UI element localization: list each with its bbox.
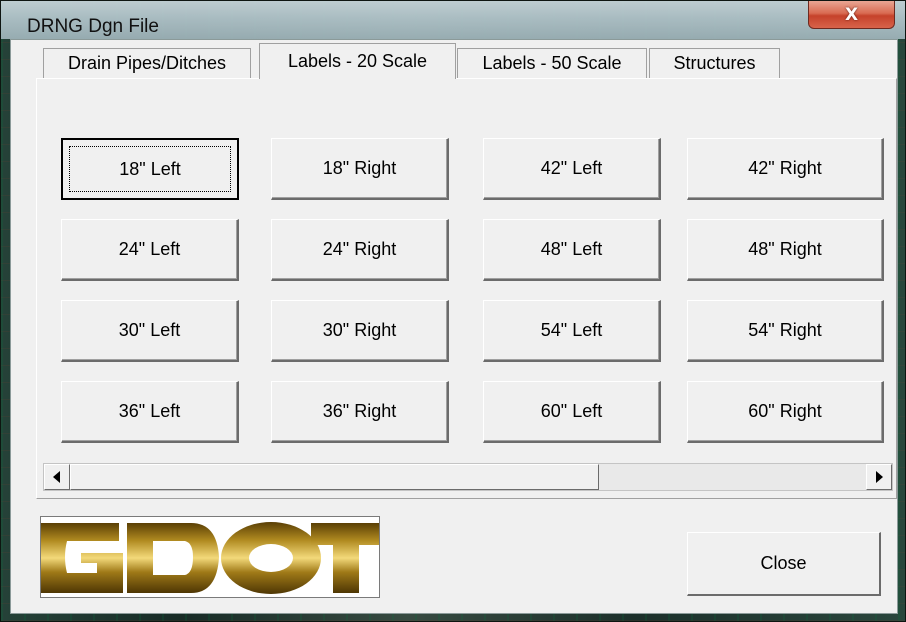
tab-label: Structures: [673, 53, 756, 73]
button-label: 48" Right: [748, 239, 822, 259]
button-24-right[interactable]: 24" Right: [271, 219, 449, 281]
button-label: 18" Right: [322, 158, 397, 178]
button-label: 48" Left: [540, 239, 603, 259]
button-label: 30" Right: [322, 320, 397, 340]
button-60-left[interactable]: 60" Left: [483, 381, 661, 443]
scroll-thumb[interactable]: [70, 464, 599, 490]
window-title: DRNG Dgn File: [27, 16, 159, 37]
button-label: 36" Right: [322, 401, 397, 421]
button-label: 42" Left: [540, 158, 603, 178]
button-label: 54" Right: [748, 320, 822, 340]
close-button-label: Close: [760, 553, 807, 573]
gdot-logo-image: [41, 522, 379, 594]
scroll-right-button[interactable]: [866, 464, 892, 490]
close-button[interactable]: Close: [687, 532, 881, 596]
button-label: 54" Left: [540, 320, 603, 340]
tab-label: Drain Pipes/Ditches: [67, 53, 227, 73]
button-label: 60" Right: [748, 401, 822, 421]
tab-label: Labels - 20 Scale: [287, 51, 428, 71]
button-18-right[interactable]: 18" Right: [271, 138, 449, 200]
gdot-logo: [40, 516, 380, 598]
tab-drain-pipes-ditches[interactable]: Drain Pipes/Ditches: [43, 48, 251, 78]
tab-labels-50-scale[interactable]: Labels - 50 Scale: [457, 48, 647, 78]
button-60-right[interactable]: 60" Right: [687, 381, 884, 443]
tab-label: Labels - 50 Scale: [482, 53, 622, 73]
button-label: 18" Left: [119, 158, 181, 179]
button-42-left[interactable]: 42" Left: [483, 138, 661, 200]
button-label: 36" Left: [118, 401, 181, 421]
dialog-window: DRNG Dgn File X Drain Pipes/Ditches Labe…: [0, 0, 906, 622]
window-close-button[interactable]: X: [808, 1, 895, 29]
button-36-left[interactable]: 36" Left: [61, 381, 239, 443]
button-label: 24" Right: [322, 239, 397, 259]
button-36-right[interactable]: 36" Right: [271, 381, 449, 443]
button-30-right[interactable]: 30" Right: [271, 300, 449, 362]
button-label: 24" Left: [118, 239, 181, 259]
horizontal-scrollbar[interactable]: [43, 463, 893, 491]
button-54-right[interactable]: 54" Right: [687, 300, 884, 362]
button-label: 30" Left: [118, 320, 181, 340]
button-18-left[interactable]: 18" Left: [61, 138, 239, 200]
button-label: 42" Right: [748, 158, 822, 178]
arrow-right-icon: [876, 471, 883, 483]
button-48-right[interactable]: 48" Right: [687, 219, 884, 281]
button-24-left[interactable]: 24" Left: [61, 219, 239, 281]
button-30-left[interactable]: 30" Left: [61, 300, 239, 362]
arrow-left-icon: [53, 471, 60, 483]
tab-structures[interactable]: Structures: [649, 48, 780, 78]
button-48-left[interactable]: 48" Left: [483, 219, 661, 281]
button-label: 60" Left: [540, 401, 603, 421]
close-icon: X: [844, 4, 859, 25]
button-54-left[interactable]: 54" Left: [483, 300, 661, 362]
tab-labels-20-scale[interactable]: Labels - 20 Scale: [259, 43, 456, 79]
scroll-left-button[interactable]: [44, 464, 70, 490]
button-42-right[interactable]: 42" Right: [687, 138, 884, 200]
